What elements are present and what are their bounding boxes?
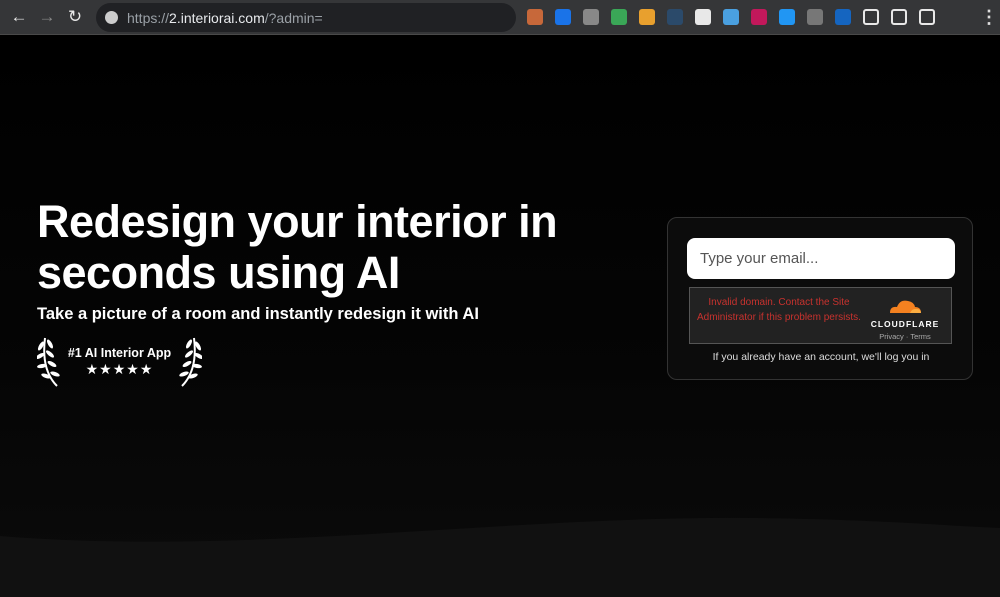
cloudflare-cloud-icon: [890, 300, 921, 313]
captcha-error: Invalid domain. Contact the Site Adminis…: [697, 297, 861, 323]
login-note: If you already have an account, we'll lo…: [712, 351, 930, 363]
pen-icon[interactable]: [667, 9, 683, 25]
toggle-extension-icon[interactable]: [611, 9, 627, 25]
address-bar[interactable]: https://2.interiorai.com/?admin=: [96, 3, 516, 32]
checkmark-icon[interactable]: [835, 9, 851, 25]
cookie-icon[interactable]: [527, 9, 543, 25]
award-badge: #1 AI Interior App ★★★★★: [37, 334, 202, 388]
play-icon[interactable]: [751, 9, 767, 25]
forward-button[interactable]: →: [35, 6, 59, 28]
landing-page: Redesign your interior in seconds using …: [0, 36, 1000, 597]
css-pencil-icon[interactable]: [639, 9, 655, 25]
browser-toolbar: ← → ↻ https://2.interiorai.com/?admin= ⋮: [0, 0, 1000, 35]
signup-card: Invalid domain. Contact the Site Adminis…: [667, 217, 973, 380]
laurel-right-icon: [179, 337, 202, 387]
globe-icon: [105, 11, 118, 24]
puzzle-icon[interactable]: [863, 9, 879, 25]
reload-button[interactable]: ↻: [63, 6, 87, 28]
cloudflare-logo: CLOUDFLARE Privacy · Terms: [870, 297, 940, 341]
picture-in-picture-icon[interactable]: [695, 9, 711, 25]
back-button[interactable]: ←: [7, 6, 31, 28]
rating-stars: ★★★★★: [85, 361, 154, 377]
privacy-link[interactable]: Privacy: [879, 332, 904, 341]
media-queue-icon[interactable]: [891, 9, 907, 25]
cloudflare-turnstile[interactable]: Invalid domain. Contact the Site Adminis…: [689, 287, 952, 344]
terms-link[interactable]: Terms: [910, 332, 930, 341]
laurel-left-icon: [37, 337, 60, 387]
1password-icon[interactable]: [555, 9, 571, 25]
hero-title: Redesign your interior in seconds using …: [37, 196, 558, 298]
side-panel-icon[interactable]: [919, 9, 935, 25]
screenshot-icon[interactable]: [723, 9, 739, 25]
browser-menu-icon[interactable]: ⋮: [980, 6, 998, 28]
email-input[interactable]: [687, 238, 955, 279]
ublock-icon[interactable]: [583, 9, 599, 25]
badge-text: #1 AI Interior App: [67, 346, 172, 360]
url-text: https://2.interiorai.com/?admin=: [127, 9, 323, 26]
bird-icon[interactable]: [779, 9, 795, 25]
w-icon[interactable]: [807, 9, 823, 25]
hero-subtitle: Take a picture of a room and instantly r…: [37, 305, 479, 323]
